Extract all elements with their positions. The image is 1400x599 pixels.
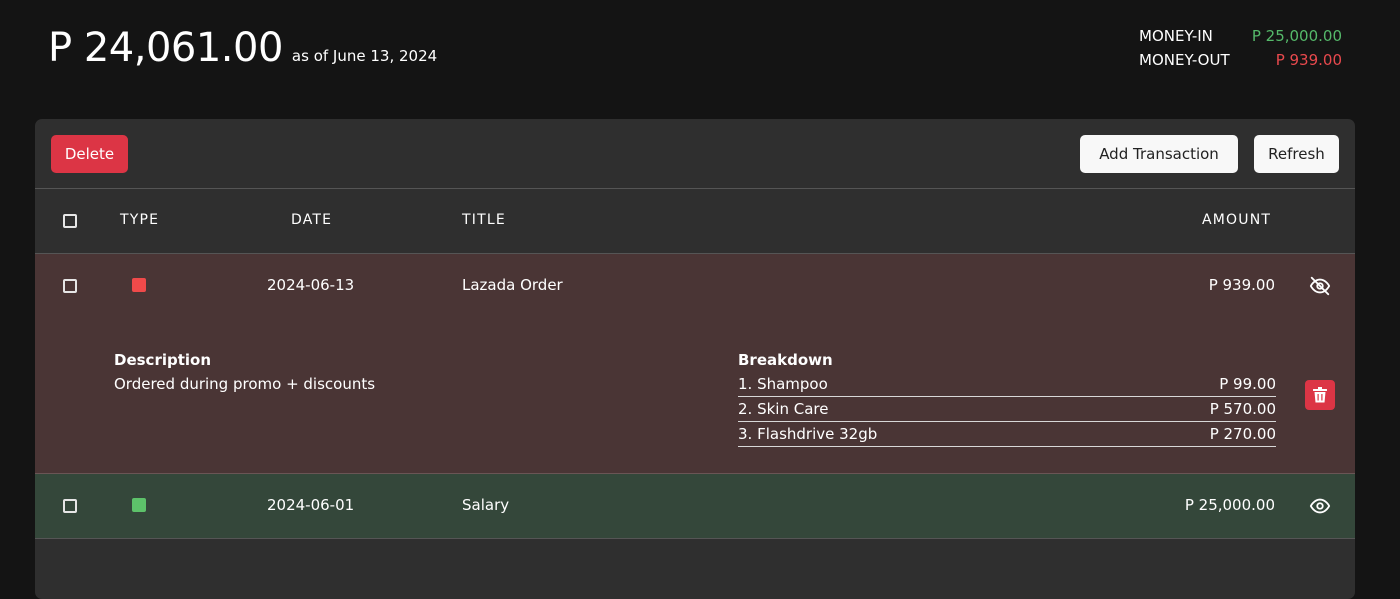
- breakdown-item-amount: P 99.00: [1219, 375, 1276, 393]
- table-row[interactable]: 2024-06-01 Salary P 25,000.00: [35, 474, 1355, 539]
- refresh-button[interactable]: Refresh: [1254, 135, 1339, 173]
- row-date: 2024-06-13: [267, 276, 355, 294]
- row-amount: P 939.00: [1208, 276, 1275, 294]
- balance-display: P 24,061.00 as of June 13, 2024: [48, 24, 437, 72]
- money-in-label: MONEY-IN: [1139, 27, 1213, 45]
- balance-amount: P 24,061.00: [48, 25, 283, 71]
- row-title: Salary: [462, 496, 510, 514]
- select-all-checkbox[interactable]: [63, 214, 77, 228]
- add-transaction-button[interactable]: Add Transaction: [1080, 135, 1238, 173]
- row-title: Lazada Order: [462, 276, 563, 294]
- breakdown-item-name: 3. Flashdrive 32gb: [738, 425, 878, 443]
- breakdown-item-name: 1. Shampoo: [738, 375, 828, 393]
- breakdown-item: 1. Shampoo P 99.00: [738, 372, 1276, 397]
- money-out-label: MONEY-OUT: [1139, 51, 1230, 69]
- delete-row-button[interactable]: [1305, 380, 1335, 410]
- toolbar: Delete Add Transaction Refresh: [35, 119, 1355, 189]
- table-header: TYPE DATE TITLE AMOUNT: [35, 189, 1355, 254]
- description-section: Description Ordered during promo + disco…: [114, 348, 375, 396]
- breakdown-item-amount: P 270.00: [1209, 425, 1276, 443]
- header: P 24,061.00 as of June 13, 2024 MONEY-IN…: [0, 0, 1400, 119]
- money-out-value: P 939.00: [1275, 51, 1342, 69]
- expense-type-indicator: [132, 278, 146, 292]
- breakdown-item: 3. Flashdrive 32gb P 270.00: [738, 422, 1276, 447]
- money-in-value: P 25,000.00: [1251, 27, 1342, 45]
- breakdown-section: Breakdown 1. Shampoo P 99.00 2. Skin Car…: [738, 348, 1276, 447]
- money-summary: MONEY-IN P 25,000.00 MONEY-OUT P 939.00: [1139, 24, 1342, 72]
- breakdown-item-amount: P 570.00: [1209, 400, 1276, 418]
- description-label: Description: [114, 351, 212, 369]
- transactions-panel: Delete Add Transaction Refresh TYPE DATE…: [35, 119, 1355, 599]
- delete-button[interactable]: Delete: [51, 135, 128, 173]
- row-date: 2024-06-01: [267, 496, 355, 514]
- table-row[interactable]: 2024-06-13 Lazada Order P 939.00 Descrip…: [35, 254, 1355, 474]
- breakdown-label: Breakdown: [738, 351, 833, 369]
- description-text: Ordered during promo + discounts: [114, 375, 376, 393]
- trash-icon: [1313, 387, 1327, 403]
- money-out-row: MONEY-OUT P 939.00: [1139, 48, 1342, 72]
- header-type: TYPE: [120, 212, 160, 228]
- row-amount: P 25,000.00: [1184, 496, 1275, 514]
- eye-icon[interactable]: [1309, 495, 1331, 517]
- money-in-row: MONEY-IN P 25,000.00: [1139, 24, 1342, 48]
- row-checkbox[interactable]: [63, 279, 77, 293]
- balance-date: as of June 13, 2024: [291, 47, 438, 65]
- breakdown-item: 2. Skin Care P 570.00: [738, 397, 1276, 422]
- header-title: TITLE: [462, 212, 506, 228]
- eye-slash-icon[interactable]: [1309, 275, 1331, 297]
- income-type-indicator: [132, 498, 146, 512]
- header-date: DATE: [291, 212, 333, 228]
- header-amount: AMOUNT: [1202, 212, 1272, 228]
- breakdown-item-name: 2. Skin Care: [738, 400, 829, 418]
- row-checkbox[interactable]: [63, 499, 77, 513]
